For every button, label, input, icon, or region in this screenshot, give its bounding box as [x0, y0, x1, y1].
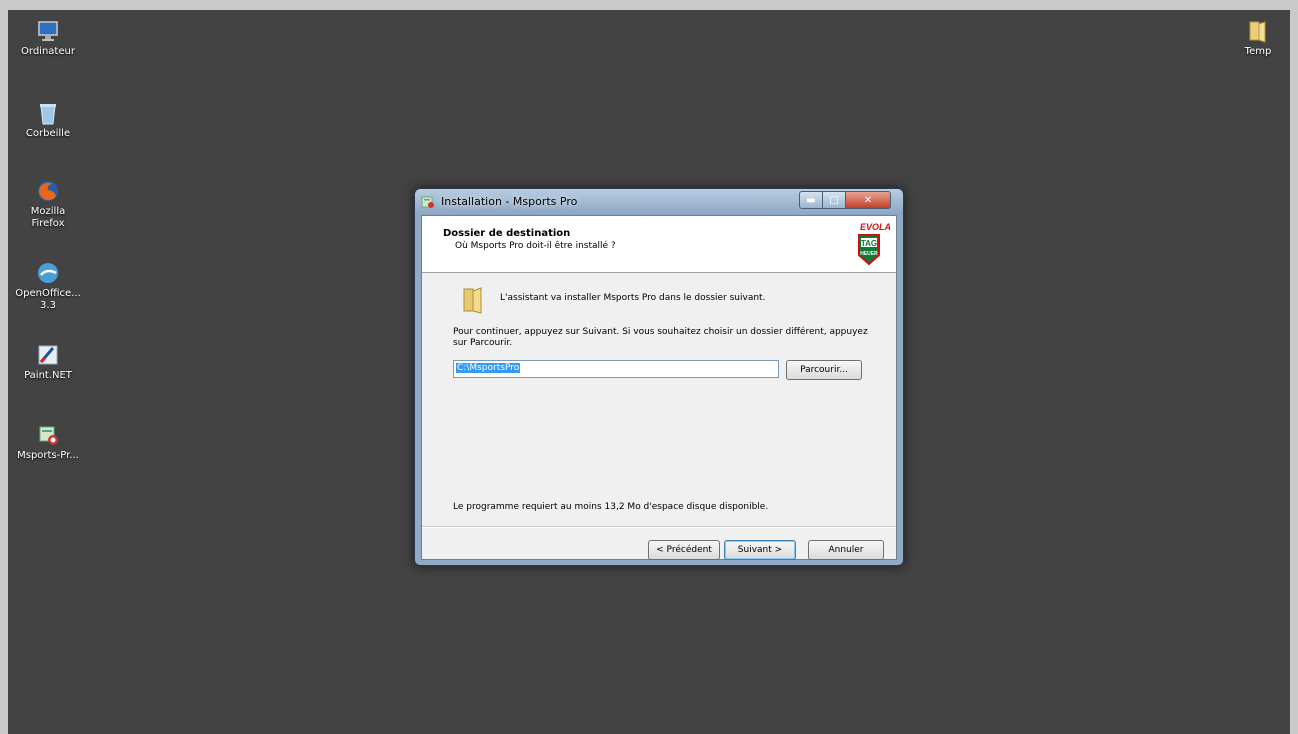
folder-icon	[1249, 21, 1266, 43]
wizard-client-area: Dossier de destination Où Msports Pro do…	[421, 215, 897, 560]
minimize-icon: ▬	[806, 194, 816, 206]
recycle-bin-icon	[40, 104, 56, 125]
computer-icon	[38, 21, 58, 41]
page-title: Dossier de destination	[443, 228, 571, 239]
folder-icon	[463, 287, 482, 314]
desktop-icon-label: Ordinateur	[21, 46, 75, 57]
desktop-icon-recycle-bin[interactable]: Corbeille	[8, 100, 88, 140]
destination-path-value: C:\MsportsPro	[456, 363, 521, 373]
browse-button[interactable]: Parcourir...	[786, 360, 862, 380]
installer-app-icon	[421, 196, 434, 208]
next-button[interactable]: Suivant >	[724, 540, 796, 560]
footer-separator	[422, 526, 896, 528]
instructions-text: Pour continuer, appuyez sur Suivant. Si …	[453, 327, 868, 348]
desktop-icon-msports-installer[interactable]: Msports-Pr...	[8, 422, 88, 462]
disk-space-text: Le programme requiert au moins 13,2 Mo d…	[453, 502, 769, 512]
desktop-icon-label: OpenOffice... 3.3	[15, 288, 81, 311]
intro-text: L'assistant va installer Msports Pro dan…	[500, 293, 766, 303]
page-subtitle: Où Msports Pro doit-il être installé ?	[455, 241, 616, 251]
window-title: Installation - Msports Pro	[441, 195, 578, 208]
desktop-icon-label: Temp	[1244, 46, 1272, 57]
desktop-icon-openoffice[interactable]: OpenOffice... 3.3	[8, 260, 88, 312]
svg-text:HEUER: HEUER	[860, 251, 878, 257]
back-button[interactable]: < Précédent	[648, 540, 720, 560]
desktop-icon-label: Msports-Pr...	[17, 450, 79, 461]
maximize-button[interactable]: □	[822, 191, 846, 209]
cancel-button[interactable]: Annuler	[808, 540, 884, 560]
desktop-icon-temp[interactable]: Temp	[1218, 18, 1290, 58]
minimize-button[interactable]: ▬	[799, 191, 823, 209]
firefox-icon	[38, 181, 58, 201]
wizard-header: Dossier de destination Où Msports Pro do…	[422, 216, 896, 273]
close-button[interactable]: ✕	[845, 191, 891, 209]
desktop: Ordinateur Corbeille Mozilla Firefox Ope…	[8, 10, 1290, 734]
svg-text:TAG: TAG	[861, 239, 877, 248]
desktop-icon-firefox[interactable]: Mozilla Firefox	[8, 178, 88, 230]
maximize-icon: □	[829, 194, 839, 206]
svg-text:EVOLA: EVOLA	[860, 222, 891, 232]
destination-path-input[interactable]: C:\MsportsPro	[453, 360, 779, 378]
paintnet-icon	[38, 345, 58, 365]
desktop-icon-computer[interactable]: Ordinateur	[8, 18, 88, 58]
desktop-icon-label: Mozilla Firefox	[30, 206, 66, 229]
desktop-icon-label: Paint.NET	[24, 370, 72, 381]
tag-heuer-logo: EVOLA TAG HEUER	[858, 222, 891, 266]
close-icon: ✕	[863, 194, 873, 206]
openoffice-icon	[38, 263, 58, 283]
desktop-icon-label: Corbeille	[25, 128, 71, 139]
desktop-icon-paintnet[interactable]: Paint.NET	[8, 342, 88, 382]
window-titlebar[interactable]: Installation - Msports Pro ▬ □ ✕	[415, 189, 903, 215]
installer-window: Installation - Msports Pro ▬ □ ✕ Dossier…	[414, 188, 904, 566]
msports-installer-icon	[39, 426, 58, 445]
